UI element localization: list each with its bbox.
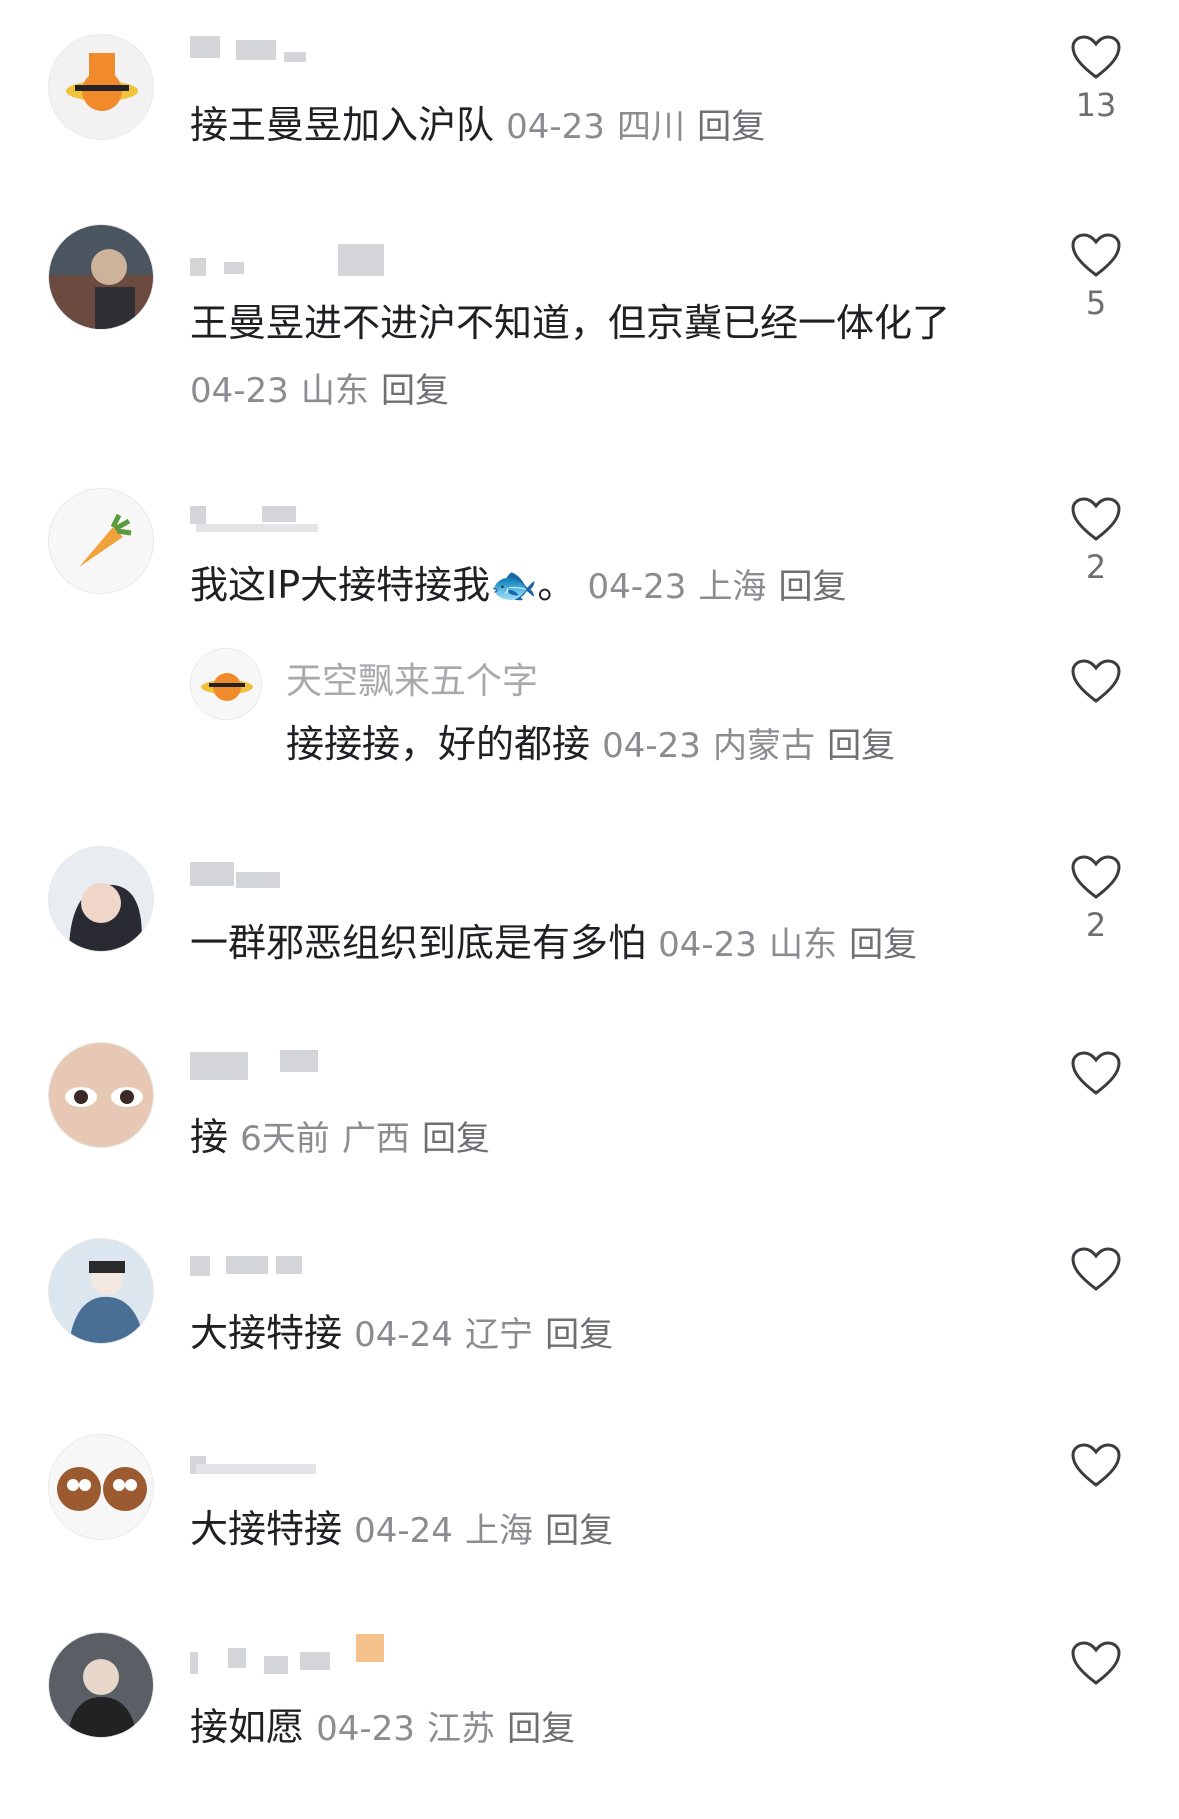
heart-outline-icon — [1071, 1247, 1121, 1291]
reply-button[interactable]: 回复 — [697, 107, 765, 147]
avatar[interactable] — [48, 846, 154, 952]
comment-location: 辽宁 — [465, 1315, 533, 1355]
comment-text: 接如愿 04-23 江苏 回复 — [190, 1694, 990, 1762]
comment-location: 江苏 — [427, 1709, 495, 1749]
comment-body: 接 — [190, 1115, 229, 1159]
reply-button[interactable]: 回复 — [381, 371, 449, 411]
comment-date: 04-24 — [354, 1511, 453, 1551]
avatar[interactable] — [48, 1434, 154, 1540]
comment-date: 6天前 — [240, 1119, 330, 1159]
comment-date: 04-24 — [354, 1315, 453, 1355]
comment-text: 大接特接 04-24 辽宁 回复 — [190, 1300, 990, 1368]
comment-body: 大接特接 — [190, 1507, 343, 1551]
comment-body: 王曼昱进不进沪不知道，但京冀已经一体化了 — [190, 301, 951, 345]
like-button[interactable] — [1060, 1050, 1132, 1096]
comment-date: 04-23 — [506, 107, 605, 147]
avatar[interactable] — [48, 34, 154, 140]
comment-location: 上海 — [465, 1511, 533, 1551]
heart-outline-icon — [1071, 233, 1121, 277]
reply-location: 内蒙古 — [713, 726, 815, 766]
comment-date: 04-23 — [316, 1709, 415, 1749]
reply-body: 接接接，好的都接 — [286, 722, 591, 766]
like-button[interactable]: 2 — [1060, 854, 1132, 944]
reply-button[interactable]: 回复 — [422, 1119, 490, 1159]
like-button[interactable]: 2 — [1060, 496, 1132, 586]
heart-outline-icon — [1071, 497, 1121, 541]
heart-outline-icon — [1071, 35, 1121, 79]
like-count: 5 — [1085, 284, 1107, 322]
comment-body: 接如愿 — [190, 1705, 305, 1749]
comment-body: 我这IP大接特接我🐟。 — [190, 563, 576, 607]
like-count: 13 — [1075, 86, 1117, 124]
comment-location: 上海 — [698, 567, 767, 607]
avatar[interactable] — [48, 224, 154, 330]
comment-body: 接王曼昱加入沪队 — [190, 103, 495, 147]
comment-location: 山东 — [300, 371, 369, 411]
comment-text: 王曼昱进不进沪不知道，但京冀已经一体化了 04-23 山东 回复 — [190, 290, 990, 424]
avatar[interactable] — [48, 1042, 154, 1148]
reply-username[interactable]: 天空飘来五个字 — [286, 652, 538, 704]
reply-button[interactable]: 回复 — [849, 925, 917, 965]
avatar[interactable] — [48, 488, 154, 594]
heart-outline-icon — [1071, 659, 1121, 703]
comment-text: 大接特接 04-24 上海 回复 — [190, 1496, 990, 1564]
avatar[interactable] — [48, 1632, 154, 1738]
heart-outline-icon — [1071, 855, 1121, 899]
like-button[interactable]: 5 — [1060, 232, 1132, 322]
like-button[interactable] — [1060, 1246, 1132, 1292]
like-count: 2 — [1085, 548, 1107, 586]
comment-date: 04-23 — [587, 567, 687, 607]
like-button[interactable] — [1060, 1442, 1132, 1488]
comment-text: 接王曼昱加入沪队 04-23 四川 回复 — [190, 92, 990, 160]
reply-button[interactable]: 回复 — [779, 567, 847, 607]
comment-date: 04-23 — [658, 925, 757, 965]
reply-button[interactable]: 回复 — [507, 1709, 575, 1749]
comment-location: 广西 — [341, 1119, 410, 1159]
like-count: 2 — [1085, 906, 1107, 944]
avatar[interactable] — [190, 648, 262, 720]
heart-outline-icon — [1071, 1443, 1121, 1487]
reply-button[interactable]: 回复 — [545, 1511, 613, 1551]
comment-date: 04-23 — [190, 371, 289, 411]
comment-body: 大接特接 — [190, 1311, 343, 1355]
reply-button[interactable]: 回复 — [827, 726, 895, 766]
heart-outline-icon — [1071, 1641, 1121, 1685]
comment-location: 四川 — [617, 107, 685, 147]
comment-body: 一群邪恶组织到底是有多怕 — [190, 921, 647, 965]
avatar[interactable] — [48, 1238, 154, 1344]
like-button[interactable] — [1060, 658, 1132, 704]
heart-outline-icon — [1071, 1051, 1121, 1095]
reply-date: 04-23 — [602, 726, 701, 766]
like-button[interactable] — [1060, 1640, 1132, 1686]
like-button[interactable]: 13 — [1060, 34, 1132, 124]
comment-text: 我这IP大接特接我🐟。 04-23 上海 回复 — [190, 552, 990, 620]
comment-location: 山东 — [769, 925, 837, 965]
comment-text: 一群邪恶组织到底是有多怕 04-23 山东 回复 — [190, 910, 990, 978]
reply-button[interactable]: 回复 — [545, 1315, 613, 1355]
comment-text: 接 6天前 广西 回复 — [190, 1104, 990, 1172]
reply-text: 接接接，好的都接 04-23 内蒙古 回复 — [286, 714, 895, 776]
